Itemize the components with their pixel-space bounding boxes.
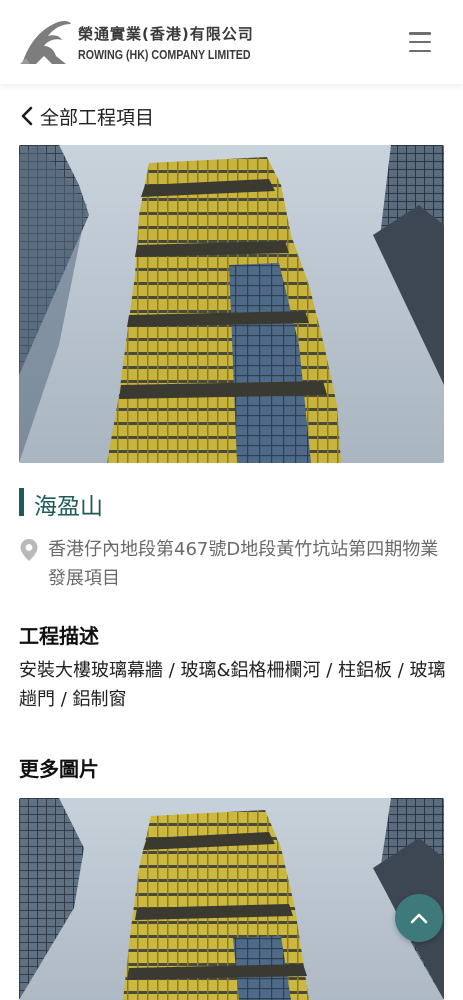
title-accent-bar xyxy=(19,488,24,516)
company-logo[interactable]: 榮通實業(香港)有限公司 ROWING (HK) COMPANY LIMITED xyxy=(18,14,268,70)
description-heading: 工程描述 xyxy=(19,624,99,648)
hamburger-menu-icon[interactable] xyxy=(404,29,436,55)
chevron-up-icon xyxy=(410,913,428,924)
map-pin-icon xyxy=(20,539,38,561)
project-description: 安裝大樓玻璃幕牆 / 玻璃&鋁格柵欄河 / 柱鋁板 / 玻璃趟門 / 鋁制窗 xyxy=(19,660,446,710)
company-name-en: ROWING (HK) COMPANY LIMITED xyxy=(78,46,251,62)
scroll-to-top-button[interactable] xyxy=(395,894,443,942)
gallery-image[interactable] xyxy=(19,798,444,1000)
project-title: 海盈山 xyxy=(34,494,103,520)
site-header: 榮通實業(香港)有限公司 ROWING (HK) COMPANY LIMITED xyxy=(0,0,463,84)
back-to-all-projects-link[interactable]: 全部工程項目 xyxy=(20,102,154,130)
project-main-image[interactable] xyxy=(19,145,444,463)
logo-mark-icon xyxy=(20,20,71,65)
project-address: 香港仔內地段第467號D地段黃竹坑站第四期物業發展項目 xyxy=(48,539,439,589)
chevron-left-icon xyxy=(21,106,33,126)
company-name-cn: 榮通實業(香港)有限公司 xyxy=(78,24,254,43)
more-images-heading: 更多圖片 xyxy=(19,757,99,781)
back-link-label: 全部工程項目 xyxy=(40,106,155,129)
